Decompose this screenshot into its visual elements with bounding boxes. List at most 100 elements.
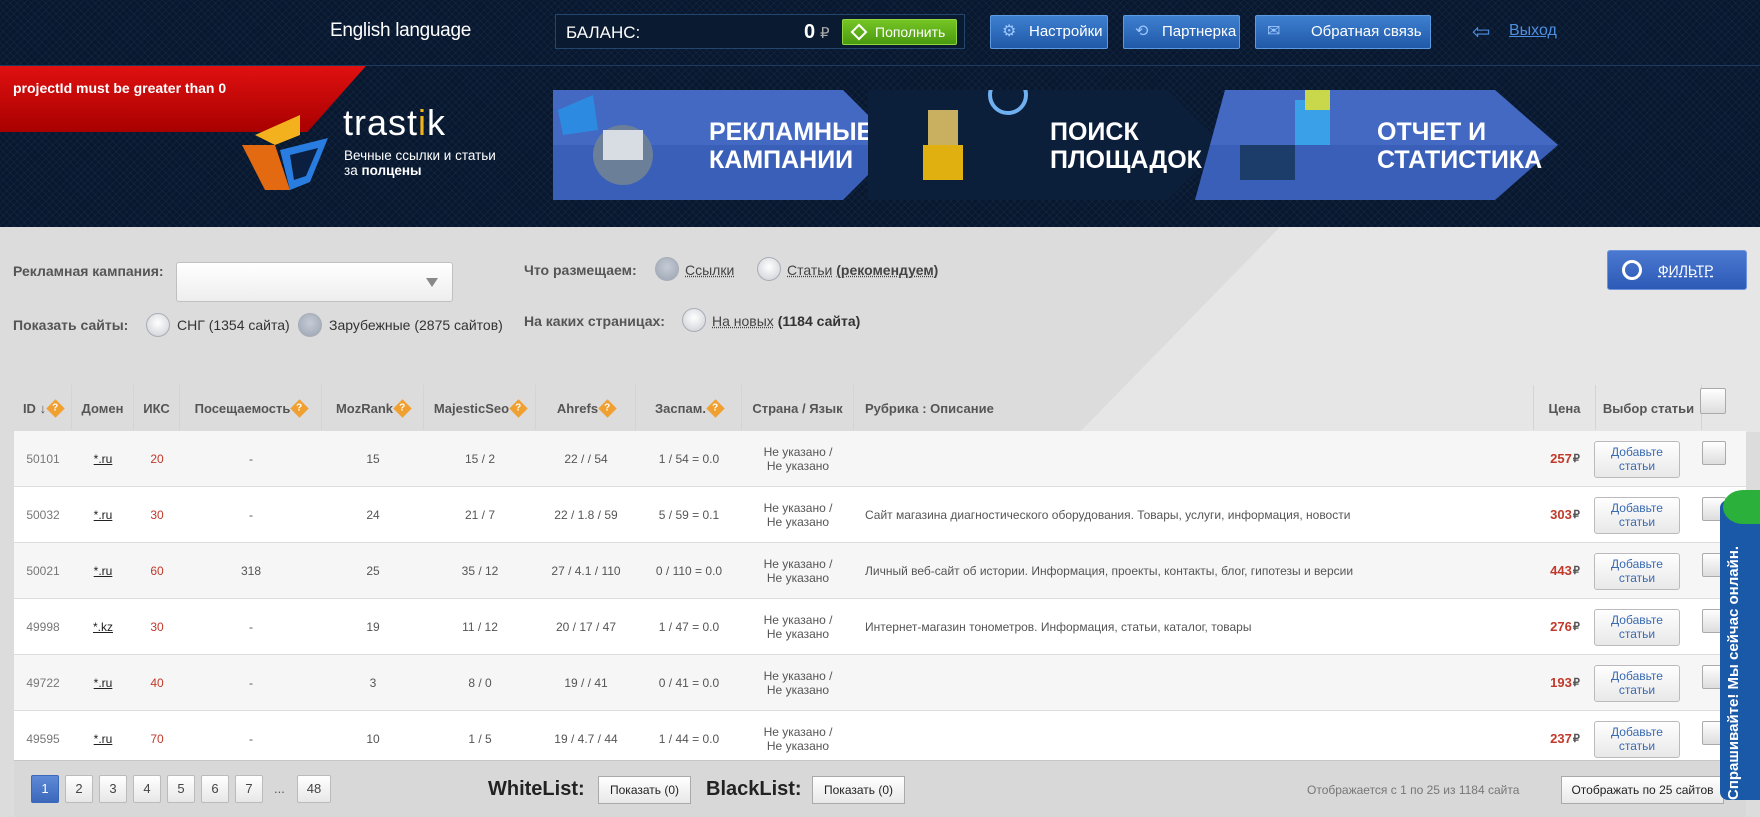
add-articles-button[interactable]: Добавьте статьи (1594, 441, 1680, 478)
col-country[interactable]: Страна / Язык (742, 385, 854, 430)
page-button[interactable]: 3 (99, 775, 127, 803)
campaign-label: Рекламная кампания: (13, 263, 164, 279)
what-label: Что размещаем: (524, 262, 637, 278)
page-button[interactable]: 1 (31, 775, 59, 803)
cell-traffic: - (249, 508, 253, 522)
add-articles-button[interactable]: Добавьте статьи (1594, 721, 1680, 758)
col-majestic[interactable]: MajesticSeo? (424, 385, 536, 430)
help-icon[interactable]: ? (509, 399, 528, 418)
page-button[interactable]: 4 (133, 775, 161, 803)
cell-description: Интернет-магазин тонометров. Информация,… (865, 620, 1252, 634)
cis-label[interactable]: СНГ (1354 сайта) (177, 317, 290, 333)
cell-domain[interactable]: *.ru (72, 655, 134, 711)
cell-majestic: 11 / 12 (462, 620, 498, 634)
foreign-radio[interactable] (298, 313, 322, 337)
help-icon[interactable]: ? (393, 399, 412, 418)
logo-name: trastik (343, 102, 447, 143)
col-spam[interactable]: Заспам.? (636, 385, 742, 430)
add-articles-button[interactable]: Добавьте статьи (1594, 609, 1680, 646)
page-button[interactable]: 5 (167, 775, 195, 803)
cell-country: Не указано / Не указано (763, 613, 833, 641)
articles-radio[interactable] (757, 257, 781, 281)
banner-campaigns[interactable]: РЕКЛАМНЫЕ КАМПАНИИ (553, 90, 898, 200)
help-icon[interactable]: ? (290, 399, 310, 418)
language-switch[interactable]: English language (330, 20, 471, 42)
cell-spam: 0 / 110 = 0.0 (655, 564, 723, 578)
new-pages-radio[interactable] (682, 308, 706, 332)
cell-country: Не указано / Не указано (763, 501, 833, 529)
col-iks[interactable]: ИКС (134, 385, 180, 430)
cell-id: 50032 (26, 508, 60, 522)
add-articles-button[interactable]: Добавьте статьи (1594, 553, 1680, 590)
links-radio[interactable] (655, 257, 679, 281)
balance-panel: БАЛАНС: 0 ₽ Пополнить (555, 14, 965, 49)
cell-ahrefs: 19 / / 41 (564, 676, 608, 690)
partner-button[interactable]: ⟲ Партнерка (1123, 15, 1240, 49)
table-header: ID ↓? Домен ИКС Посещаемость? MozRank? M… (14, 385, 1746, 430)
row-checkbox[interactable] (1702, 441, 1726, 465)
add-articles-button[interactable]: Добавьте статьи (1594, 665, 1680, 702)
cell-domain[interactable]: *.ru (72, 487, 134, 543)
topup-button[interactable]: Пополнить (842, 19, 957, 45)
cell-domain[interactable]: *.kz (72, 599, 134, 655)
settings-button[interactable]: ⚙ Настройки (990, 15, 1108, 49)
cell-ahrefs: 22 / 1.8 / 59 (554, 508, 618, 522)
add-articles-button[interactable]: Добавьте статьи (1594, 497, 1680, 534)
col-ahrefs[interactable]: Ahrefs? (536, 385, 636, 430)
cell-id: 50101 (26, 452, 60, 466)
cell-description: Личный веб-сайт об истории. Информация, … (865, 564, 1354, 578)
whitelist-show-button[interactable]: Показать (0) (598, 776, 692, 804)
cell-description (865, 431, 1525, 487)
filter-button[interactable]: ФИЛЬТР (1607, 250, 1747, 290)
feedback-button[interactable]: ✉ Обратная связь (1255, 15, 1431, 49)
cell-traffic: - (249, 620, 253, 634)
campaign-select[interactable] (176, 262, 453, 302)
page-button[interactable]: 2 (65, 775, 93, 803)
cell-description (865, 711, 1525, 761)
table-row: 50101 *.ru 20 - 15 15 / 2 22 / / 54 1 / 54 = 0.… (14, 431, 1746, 487)
articles-option[interactable]: Статьи (рекомендуем) (787, 262, 938, 278)
col-rubric[interactable]: Рубрика : Описание (854, 385, 1534, 430)
filter-gear-icon (1622, 260, 1642, 280)
page-button-last[interactable]: 48 (297, 775, 331, 803)
help-icon[interactable]: ? (706, 399, 725, 418)
cell-domain[interactable]: *.ru (72, 711, 134, 761)
new-pages-option[interactable]: На новых (1184 сайта) (712, 313, 860, 329)
page-button[interactable]: 7 (235, 775, 263, 803)
col-domain[interactable]: Домен (72, 385, 134, 430)
table-row: 49595 *.ru 70 - 10 1 / 5 19 / 4.7 / 44 1 / 44 =… (14, 711, 1746, 761)
banner-reports[interactable]: ОТЧЕТ И СТАТИСТИКА (1195, 90, 1558, 200)
cell-domain[interactable]: *.ru (72, 431, 134, 487)
cis-radio[interactable] (146, 313, 170, 337)
logout-icon: ⇦ (1472, 19, 1491, 44)
banner-search[interactable]: ПОИСК ПЛОЩАДОК (868, 90, 1228, 200)
cell-iks: 20 (150, 452, 164, 466)
help-icon[interactable]: ? (46, 399, 65, 418)
col-price[interactable]: Цена (1534, 385, 1596, 430)
cell-mozrank: 15 (366, 452, 380, 466)
cell-mozrank: 3 (369, 676, 377, 690)
page-button[interactable]: 6 (201, 775, 229, 803)
partner-label: Партнерка (1162, 23, 1237, 40)
online-chat-widget[interactable]: Спрашивайте! Мы сейчас онлайн. (1720, 490, 1760, 800)
help-icon[interactable]: ? (598, 399, 617, 418)
col-traffic[interactable]: Посещаемость? (180, 385, 322, 430)
col-mozrank[interactable]: MozRank? (322, 385, 424, 430)
select-all-checkbox[interactable] (1700, 388, 1726, 414)
per-page-select[interactable]: Отображать по 25 сайтов (1561, 776, 1724, 804)
col-id[interactable]: ID ↓? (14, 385, 72, 430)
error-message: projectId must be greater than 0 (13, 80, 227, 96)
cell-iks: 40 (150, 676, 164, 690)
blacklist-show-button[interactable]: Показать (0) (812, 776, 906, 804)
whitelist-label: WhiteList: (488, 778, 585, 800)
cell-price: 237 ₽ (1550, 731, 1580, 746)
chevron-down-icon (426, 278, 438, 287)
logout-label: Выход (1509, 22, 1557, 39)
filter-label: ФИЛЬТР (1658, 262, 1714, 278)
cell-iks: 70 (150, 732, 164, 746)
foreign-label[interactable]: Зарубежные (2875 сайтов) (329, 317, 503, 333)
cell-domain[interactable]: *.ru (72, 543, 134, 599)
links-label[interactable]: Ссылки (685, 262, 734, 278)
cell-description (865, 655, 1525, 711)
cell-country: Не указано / Не указано (763, 557, 833, 585)
